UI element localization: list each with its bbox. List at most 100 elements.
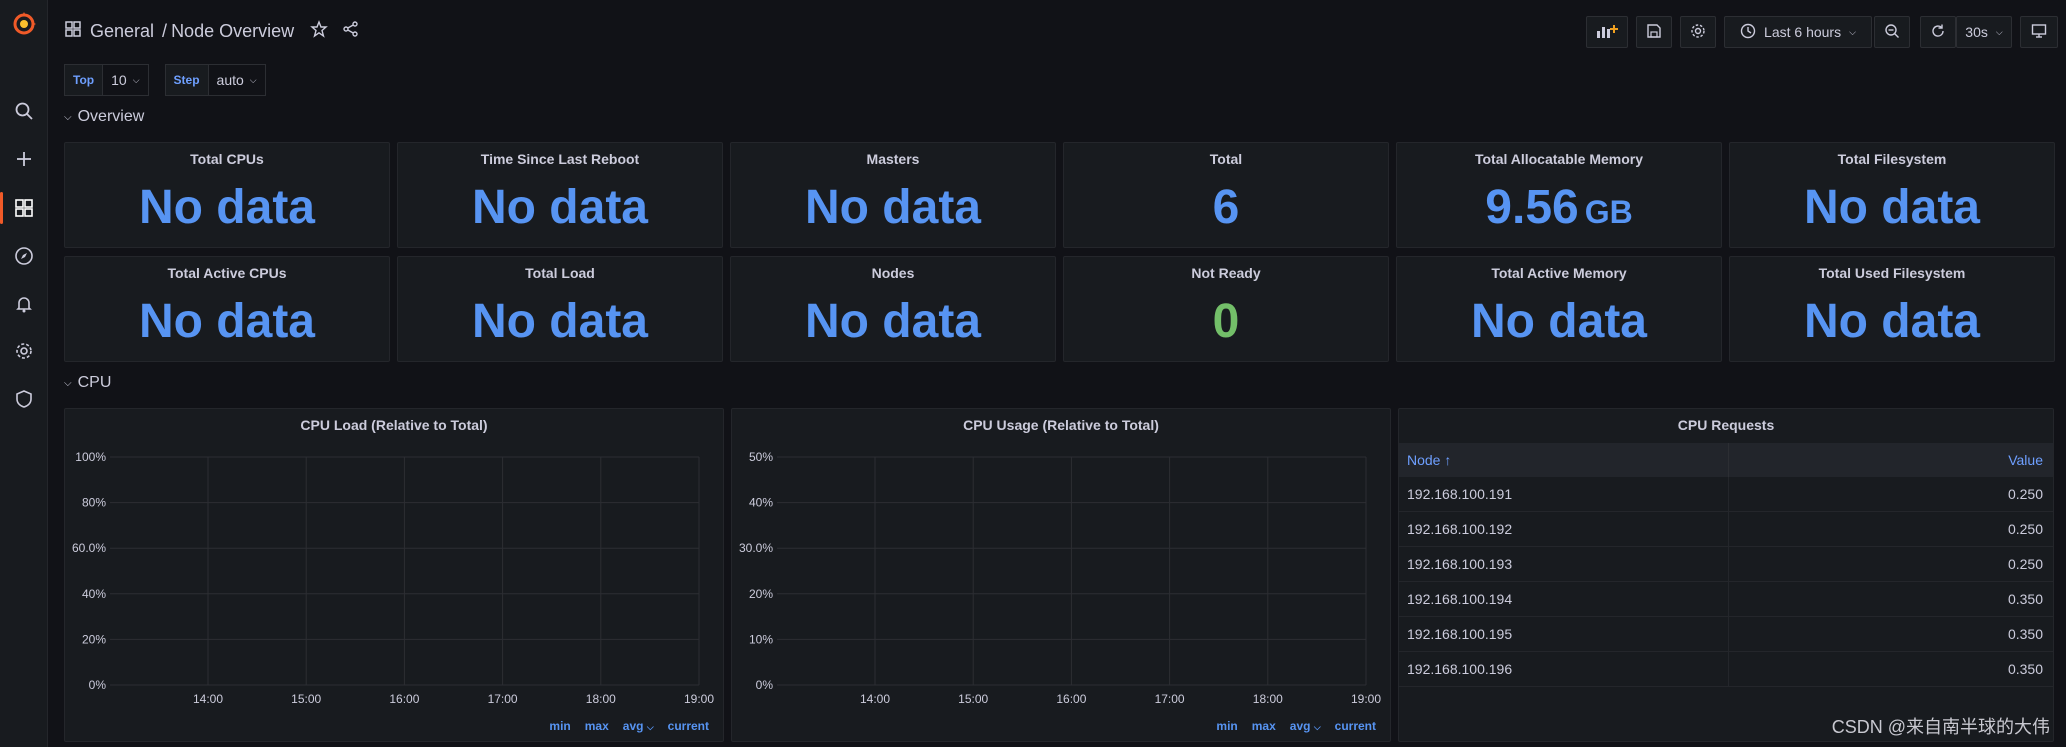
stat-value: 6 [1064, 181, 1388, 235]
y-tick-label: 20% [749, 587, 773, 601]
view-mode-button[interactable] [2020, 16, 2058, 48]
variable-top-select[interactable]: 10 ⌵ [103, 64, 149, 96]
cpu-requests-panel[interactable]: CPU Requests Node ↑ Value 192.168.100.19… [1398, 408, 2054, 742]
time-range-label: Last 6 hours [1764, 24, 1842, 40]
clock-icon [1740, 23, 1756, 42]
zoom-out-button[interactable] [1874, 16, 1910, 48]
dashboard-grid-icon [64, 20, 82, 43]
dashboard-settings-button[interactable] [1680, 16, 1716, 48]
stat-title: Masters [866, 151, 920, 167]
x-tick-label: 16:00 [1056, 692, 1086, 706]
cell-node: 192.168.100.193 [1399, 547, 1729, 581]
x-tick-label: 19:00 [1351, 692, 1381, 706]
stat-value: 9.56 GB [1397, 181, 1721, 239]
create-plus-icon[interactable] [12, 147, 36, 171]
legend-avg[interactable]: avg ⌵ [1290, 719, 1321, 733]
stat-number: 0 [1212, 295, 1240, 348]
star-icon[interactable] [310, 20, 328, 43]
y-tick-label: 40% [749, 496, 773, 510]
refresh-interval-label: 30s [1965, 24, 1988, 40]
legend-current[interactable]: current [1335, 719, 1376, 733]
cpu-usage-panel[interactable]: CPU Usage (Relative to Total) 0% 10% 20% 30… [731, 408, 1391, 742]
configuration-gear-icon[interactable] [12, 339, 36, 363]
zoom-out-icon [1884, 23, 1900, 42]
cell-node: 192.168.100.191 [1399, 477, 1729, 511]
save-icon [1646, 23, 1662, 42]
template-variables: Top 10 ⌵ Step auto ⌵ [64, 64, 266, 96]
cell-node: 192.168.100.192 [1399, 512, 1729, 546]
time-range-picker[interactable]: Last 6 hours ⌵ [1724, 16, 1872, 48]
alerting-bell-icon[interactable] [12, 292, 36, 316]
x-tick-label: 18:00 [586, 692, 616, 706]
table-row[interactable]: 192.168.100.195 0.350 [1399, 617, 2053, 652]
legend-max[interactable]: max [585, 719, 609, 733]
sidebar [0, 0, 48, 747]
dashboards-icon[interactable] [12, 196, 36, 220]
watermark: CSDN @来自南半球的大伟 [1831, 717, 2050, 737]
gear-icon [1690, 23, 1706, 42]
dashboard-title[interactable]: Node Overview [171, 21, 294, 42]
variable-top-value: 10 [111, 72, 127, 88]
legend-avg[interactable]: avg ⌵ [623, 719, 654, 733]
legend-min[interactable]: min [1216, 719, 1237, 733]
legend-min[interactable]: min [549, 719, 570, 733]
x-tick-label: 14:00 [193, 692, 223, 706]
explore-compass-icon[interactable] [12, 244, 36, 268]
search-icon[interactable] [12, 99, 36, 123]
stat-title: Total [1209, 151, 1243, 167]
legend-current[interactable]: current [668, 719, 709, 733]
stat-value: No data [398, 295, 722, 349]
stat-panel[interactable]: Total Active CPUs No data [64, 256, 390, 362]
stat-number: No data [138, 181, 315, 234]
cell-value: 0.350 [2007, 626, 2043, 642]
y-tick-label: 0% [89, 678, 107, 692]
stat-panel[interactable]: Not Ready 0 [1063, 256, 1389, 362]
stat-panel[interactable]: Total Active Memory No data [1396, 256, 1722, 362]
y-tick-label: 40% [82, 587, 106, 601]
table-row[interactable]: 192.168.100.196 0.350 [1399, 652, 2053, 687]
column-header-node[interactable]: Node ↑ [1399, 443, 1729, 477]
table-row[interactable]: 192.168.100.191 0.250 [1399, 477, 2053, 512]
x-tick-label: 17:00 [488, 692, 518, 706]
row-overview[interactable]: ⌵ Overview [64, 108, 144, 126]
cpu-usage-chart: 0% 10% 20% 30.0% 40% 50% 14:00 15:00 16:00 17:00 1… [739, 450, 1381, 706]
stat-number: No data [1470, 295, 1647, 348]
grafana-logo-icon[interactable] [10, 10, 38, 38]
breadcrumb-separator: / [162, 21, 168, 41]
stat-panel[interactable]: Masters No data [730, 142, 1056, 248]
cell-value: 0.350 [2007, 661, 2043, 677]
cpu-load-panel[interactable]: CPU Load (Relative to Total) 0% 20% 40% 60.… [64, 408, 724, 742]
legend-max[interactable]: max [1252, 719, 1276, 733]
y-tick-label: 10% [749, 632, 773, 646]
chevron-down-icon: ⌵ [64, 377, 72, 389]
stat-panel[interactable]: Total Load No data [397, 256, 723, 362]
table-row[interactable]: 192.168.100.194 0.350 [1399, 582, 2053, 617]
table-header: Node ↑ Value [1399, 443, 2053, 477]
stat-panel[interactable]: Total Used Filesystem No data [1729, 256, 2055, 362]
table-row[interactable]: 192.168.100.192 0.250 [1399, 512, 2053, 547]
column-header-value[interactable]: Value [1729, 443, 2053, 477]
stat-panel[interactable]: Total CPUs No data [64, 142, 390, 248]
stat-value: No data [1730, 181, 2054, 235]
stat-panel[interactable]: Total Allocatable Memory 9.56 GB [1396, 142, 1722, 248]
server-admin-shield-icon[interactable] [12, 387, 36, 411]
share-icon[interactable] [342, 20, 360, 43]
stat-panel[interactable]: Time Since Last Reboot No data [397, 142, 723, 248]
add-panel-button[interactable] [1586, 16, 1628, 48]
stat-panel[interactable]: Total 6 [1063, 142, 1389, 248]
breadcrumb-folder-link[interactable]: General [90, 21, 154, 42]
graph-legend: min max avg ⌵ current [1216, 719, 1376, 733]
x-tick-label: 14:00 [860, 692, 890, 706]
variable-step-select[interactable]: auto ⌵ [208, 64, 266, 96]
x-tick-label: 19:00 [684, 692, 714, 706]
refresh-interval-picker[interactable]: 30s ⌵ [1956, 16, 2012, 48]
variable-step: Step auto ⌵ [164, 64, 266, 96]
stat-panel[interactable]: Total Filesystem No data [1729, 142, 2055, 248]
stat-panel[interactable]: Nodes No data [730, 256, 1056, 362]
variable-step-label: Step [164, 64, 209, 96]
table-row[interactable]: 192.168.100.193 0.250 [1399, 547, 2053, 582]
refresh-button[interactable] [1920, 16, 1956, 48]
cpu-load-chart: 0% 20% 40% 60.0% 80% 100% 14:00 15:00 16:00 17:00… [72, 450, 714, 706]
save-dashboard-button[interactable] [1636, 16, 1672, 48]
row-cpu[interactable]: ⌵ CPU [64, 374, 111, 392]
